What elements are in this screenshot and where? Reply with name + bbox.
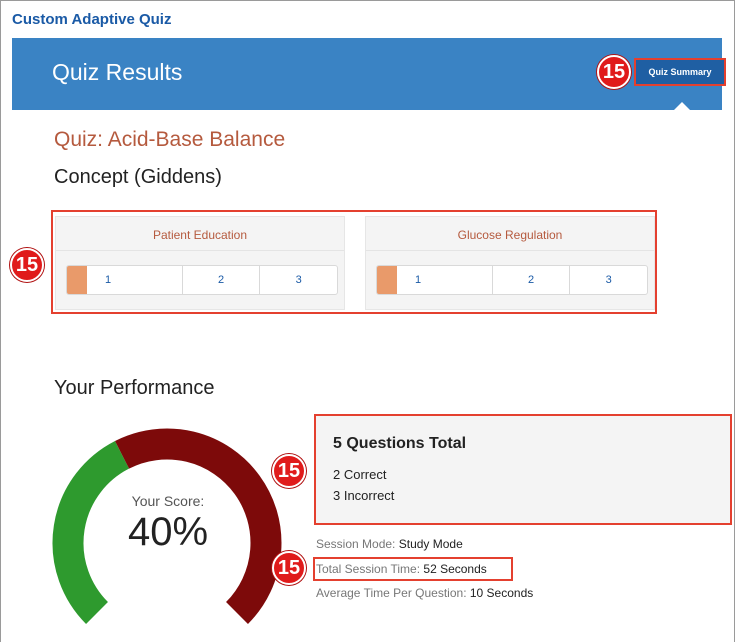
average-time-label: Average Time Per Question: [316, 586, 467, 600]
concept-marker [67, 266, 87, 294]
annotation-badge: 15 [272, 454, 306, 488]
total-session-time: Total Session Time: 52 Seconds [316, 562, 487, 576]
session-mode-label: Session Mode: [316, 537, 396, 551]
question-link-1[interactable]: 1 [397, 266, 492, 294]
concepts-highlight: Patient Education 1 2 3 Glucose Regulati… [51, 210, 657, 314]
incorrect-count: 3 Incorrect [333, 488, 395, 503]
annotation-badge: 15 [10, 248, 44, 282]
score-value: 40% [127, 510, 209, 554]
average-time-value: 10 Seconds [469, 586, 534, 600]
question-row: 1 2 3 [376, 265, 648, 295]
question-link-2[interactable]: 2 [181, 266, 260, 294]
session-time-label: Total Session Time: [316, 562, 421, 576]
quiz-title: Quiz: Acid-Base Balance [54, 128, 286, 151]
questions-total: 5 Questions Total [333, 435, 467, 452]
score-label: Your Score: [131, 493, 205, 509]
concept-label: Glucose Regulation [457, 228, 563, 242]
page-title: Quiz Results [52, 59, 183, 85]
app-title: Custom Adaptive Quiz [12, 11, 172, 28]
header-notch [672, 102, 692, 112]
quiz-summary-button[interactable]: Quiz Summary [634, 58, 726, 86]
question-row: 1 2 3 [66, 265, 338, 295]
question-link-1[interactable]: 1 [87, 266, 182, 294]
session-mode: Session Mode: Study Mode [316, 537, 463, 551]
divider [366, 250, 654, 251]
session-time-value: 52 Seconds [423, 562, 487, 576]
annotation-badge: 15 [272, 551, 306, 585]
question-link-3[interactable]: 3 [569, 266, 647, 294]
concept-card-patient-education: Patient Education 1 2 3 [55, 216, 345, 310]
average-time: Average Time Per Question: 10 Seconds [316, 586, 533, 600]
questions-total-panel: 5 Questions Total 2 Correct 3 Incorrect [314, 414, 732, 525]
annotation-badge: 15 [597, 55, 631, 89]
question-link-3[interactable]: 3 [259, 266, 337, 294]
performance-heading: Your Performance [54, 377, 215, 399]
concept-heading: Concept (Giddens) [54, 166, 222, 188]
concept-card-glucose-regulation: Glucose Regulation 1 2 3 [365, 216, 655, 310]
concept-marker [377, 266, 397, 294]
divider [56, 250, 344, 251]
question-link-2[interactable]: 2 [491, 266, 570, 294]
session-mode-value: Study Mode [398, 537, 463, 551]
concept-label: Patient Education [152, 228, 248, 242]
correct-count: 2 Correct [333, 467, 387, 482]
